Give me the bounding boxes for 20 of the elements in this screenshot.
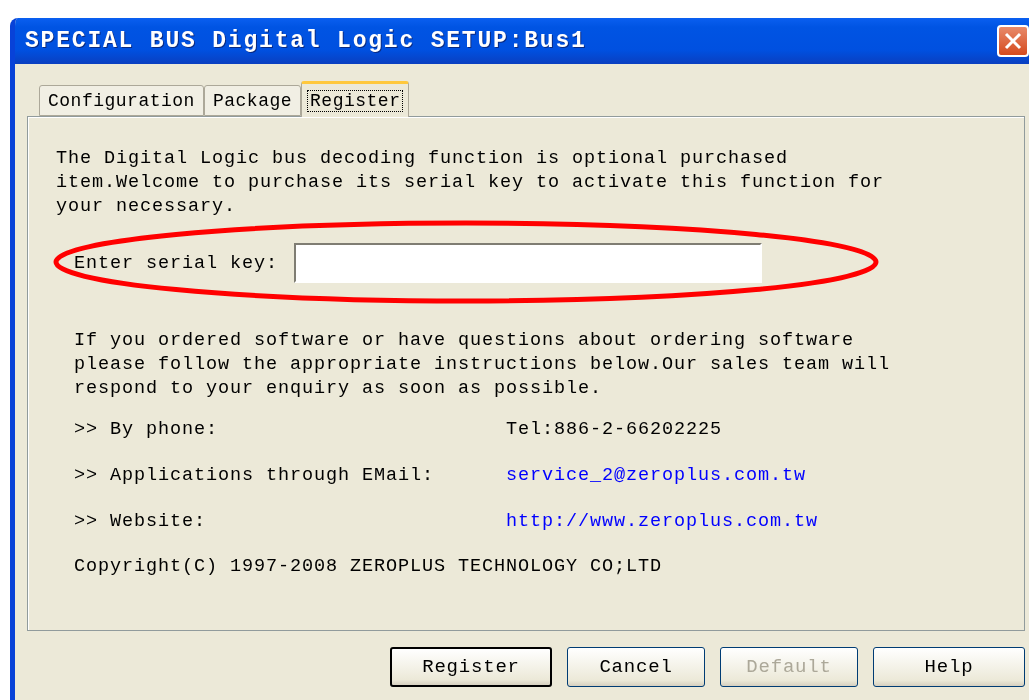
contact-label: >> Applications through EMail: (74, 465, 436, 486)
close-icon (1004, 32, 1022, 50)
close-button[interactable] (997, 25, 1029, 57)
copyright-text: Copyright(C) 1997-2008 ZEROPLUS TECHNOLOGY CO;LTD (74, 556, 664, 577)
contact-label: >> By phone: (74, 419, 220, 440)
contact-label: >> Website: (74, 511, 208, 532)
dialog-button[interactable]: Help (873, 647, 1025, 687)
dialog-button[interactable]: Register (390, 647, 552, 687)
tab[interactable]: Configuration (39, 85, 204, 116)
contact-link[interactable]: http://www.zeroplus.com.tw (506, 511, 996, 532)
serial-key-label: Enter serial key: (74, 252, 279, 274)
tab[interactable]: Register (301, 81, 410, 117)
info-text: If you ordered software or have questions about ordering software please follow the appropriate instructions below.Our sales team will respond to your enquiry as soon as possible. (74, 329, 892, 401)
window-title: SPECIAL BUS Digital Logic SETUP:Bus1 (25, 28, 587, 54)
contact-value: Tel:886-2-66202225 (506, 419, 724, 440)
contact-link[interactable]: service_2@zeroplus.com.tw (506, 465, 996, 486)
dialog-button[interactable]: Cancel (567, 647, 705, 687)
serial-key-field[interactable] (294, 243, 763, 283)
intro-text: The Digital Logic bus decoding function is optional purchased item.Welcome to purchase its serial key to activate this function for your necessary. (56, 147, 886, 219)
tab[interactable]: Package (203, 85, 302, 116)
